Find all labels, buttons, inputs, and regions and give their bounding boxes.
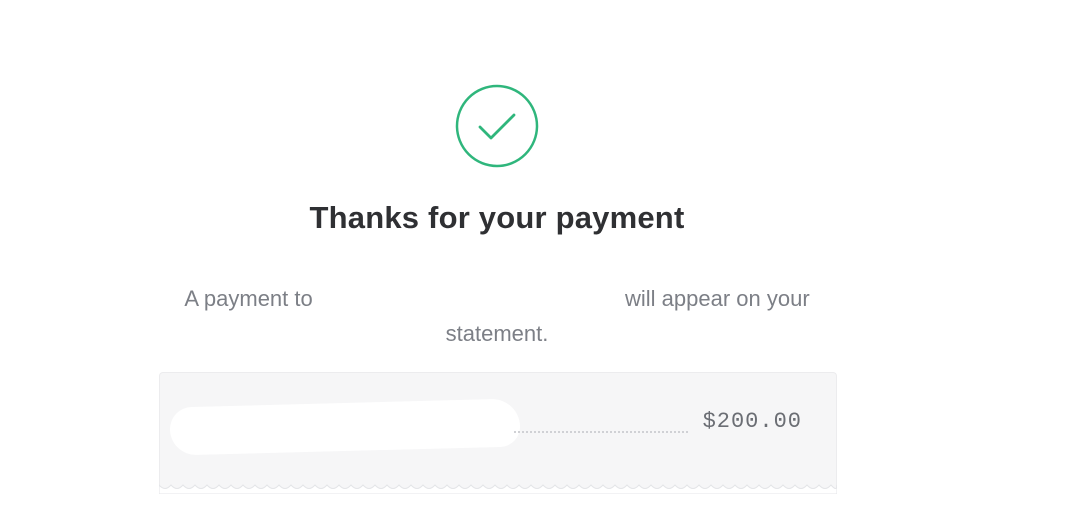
payment-confirmation-page: Thanks for your payment A payment to wil…	[0, 0, 1080, 506]
receipt-torn-edge	[159, 484, 837, 494]
page-title: Thanks for your payment	[309, 200, 685, 235]
check-circle-icon	[455, 84, 539, 168]
line-item-amount: $200.00	[702, 409, 802, 434]
redacted-merchant-name	[318, 288, 619, 308]
payment-message: A payment to will appear on your stateme…	[160, 281, 834, 351]
message-prefix: A payment to	[184, 286, 313, 311]
redacted-line-item-name	[169, 398, 521, 456]
dotted-leader	[514, 431, 688, 433]
receipt-card: N $200.00	[159, 372, 837, 493]
